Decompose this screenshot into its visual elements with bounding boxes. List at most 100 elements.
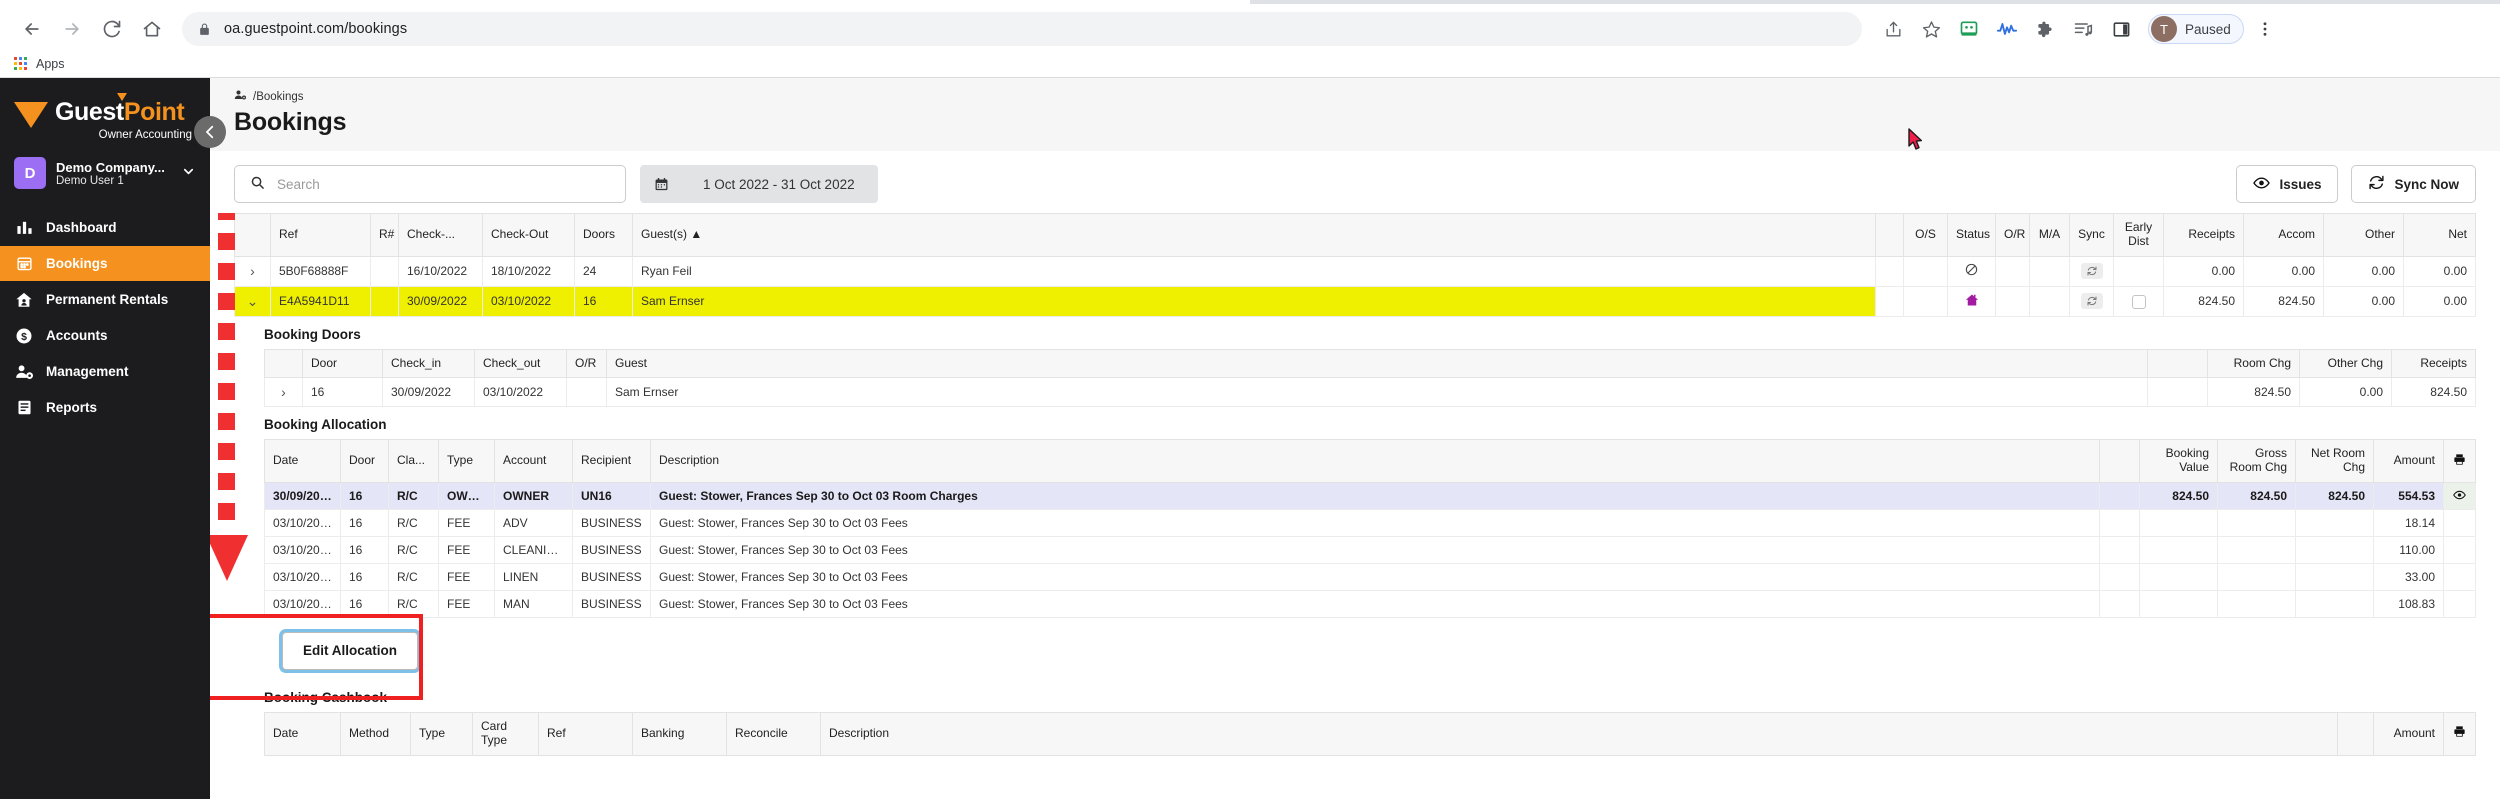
col-checkout[interactable]: Check-Out [482,213,575,257]
row-expander-button[interactable]: ⌄ [234,286,271,317]
table-row[interactable]: 03/10/2022 16 R/C FEE MAN BUSINESS Guest… [264,590,2476,618]
col-recipient[interactable]: Recipient [572,439,651,483]
col-guests[interactable]: Guest(s) ▲ [632,213,1876,257]
bookmark-star-icon[interactable] [1914,12,1948,46]
col-other[interactable]: Other [2323,213,2404,257]
sync-row-button[interactable] [2069,256,2114,287]
table-row[interactable]: ⌄ E4A5941D11 30/09/2022 03/10/2022 16 Sa… [234,286,2476,317]
issues-button[interactable]: Issues [2236,165,2339,203]
sidebar: GuestPoint Owner Accounting D Demo Compa… [0,78,226,799]
col-door[interactable]: Door [340,439,389,483]
forward-arrow-icon[interactable] [54,11,90,47]
sidebar-item-bookings[interactable]: Bookings [0,246,210,281]
table-row[interactable]: › 16 30/09/2022 03/10/2022 Sam Ernser 82… [264,377,2476,408]
col-room-chg[interactable]: Room Chg [2207,348,2300,379]
col-card-type[interactable]: Card Type [472,711,539,756]
table-row[interactable]: 30/09/2022 16 R/C OWNER OWNER UN16 Guest… [264,482,2476,510]
sidebar-item-permanent-rentals[interactable]: Permanent Rentals [0,282,210,317]
col-ref[interactable]: Ref [538,711,633,756]
col-banking[interactable]: Banking [632,711,727,756]
col-accom[interactable]: Accom [2243,213,2324,257]
cell-door: 16 [302,377,383,408]
brand-subtitle: Owner Accounting [98,129,192,141]
print-icon[interactable] [2443,711,2476,756]
col-method[interactable]: Method [340,711,411,756]
col-rnum[interactable]: R# [370,213,399,257]
cell-rnum [370,286,399,317]
col-date[interactable]: Date [264,711,341,756]
home-icon[interactable] [134,11,170,47]
extension-pulse-icon[interactable] [1990,12,2024,46]
cell-amount: 33.00 [2373,563,2444,591]
sidebar-item-management[interactable]: Management [0,354,210,389]
col-status[interactable]: Status [1947,213,1996,257]
sidebar-collapse-button[interactable] [194,116,226,148]
view-allocation-button[interactable] [2443,482,2476,510]
table-row[interactable]: 03/10/2022 16 R/C FEE CLEANING BUSINESS … [264,536,2476,564]
col-type[interactable]: Type [438,439,495,483]
breadcrumb-label[interactable]: /Bookings [253,91,304,103]
account-switcher[interactable]: D Demo Company... Demo User 1 [0,141,210,209]
extension-green-icon[interactable] [1952,12,1986,46]
col-net[interactable]: Net [2403,213,2476,257]
col-type[interactable]: Type [410,711,473,756]
cell-ref: E4A5941D11 [270,286,371,317]
reload-icon[interactable] [94,11,130,47]
early-dist-checkbox[interactable] [2113,286,2164,317]
row-expander-button[interactable]: › [234,256,271,287]
profile-chip[interactable]: T Paused [2148,14,2244,44]
col-account[interactable]: Account [494,439,573,483]
col-receipts[interactable]: Receipts [2163,213,2244,257]
col-check-out[interactable]: Check_out [474,348,567,379]
extensions-puzzle-icon[interactable] [2028,12,2062,46]
col-sync[interactable]: Sync [2069,213,2114,257]
col-check-in[interactable]: Check_in [382,348,475,379]
apps-grid-icon[interactable] [14,57,27,70]
playlist-music-icon[interactable] [2066,12,2100,46]
col-door[interactable]: Door [302,348,383,379]
side-panel-icon[interactable] [2104,12,2138,46]
col-doors[interactable]: Doors [574,213,633,257]
col-early-dist[interactable]: Early Dist [2113,213,2164,257]
browser-tab-strip[interactable] [0,0,2500,8]
col-description[interactable]: Description [650,439,2100,483]
col-booking-value[interactable]: Booking Value [2139,439,2218,483]
sidebar-item-reports[interactable]: Reports [0,390,210,425]
col-amount[interactable]: Amount [2373,711,2444,756]
col-reconcile[interactable]: Reconcile [726,711,821,756]
col-gross-room-chg[interactable]: Gross Room Chg [2217,439,2296,483]
col-description[interactable]: Description [820,711,2338,756]
table-row[interactable]: 03/10/2022 16 R/C FEE ADV BUSINESS Guest… [264,509,2476,537]
col-receipts[interactable]: Receipts [2391,348,2476,379]
date-range-picker[interactable]: 1 Oct 2022 - 31 Oct 2022 [640,165,878,203]
back-arrow-icon[interactable] [14,11,50,47]
col-or[interactable]: O/R [1995,213,2030,257]
print-icon[interactable] [2443,439,2476,483]
share-icon[interactable] [1876,12,1910,46]
bookmark-apps-label[interactable]: Apps [36,57,65,71]
row-expander-button[interactable]: › [264,377,303,408]
col-date[interactable]: Date [264,439,341,483]
col-os[interactable]: O/S [1903,213,1948,257]
col-checkin[interactable]: Check-... [398,213,483,257]
table-row[interactable]: 03/10/2022 16 R/C FEE LINEN BUSINESS Gue… [264,563,2476,591]
sidebar-item-accounts[interactable]: $ Accounts [0,318,210,353]
sidebar-item-dashboard[interactable]: Dashboard [0,210,210,245]
col-amount[interactable]: Amount [2373,439,2444,483]
col-spacer [2099,439,2140,483]
col-net-room-chg[interactable]: Net Room Chg [2295,439,2374,483]
sync-now-button[interactable]: Sync Now [2351,165,2476,203]
edit-allocation-button[interactable]: Edit Allocation [282,631,418,670]
chevron-down-icon[interactable] [181,164,196,182]
address-bar[interactable]: oa.guestpoint.com/bookings [182,12,1862,46]
col-or[interactable]: O/R [566,348,607,379]
table-row[interactable]: › 5B0F68888F 16/10/2022 18/10/2022 24 Ry… [234,256,2476,287]
col-class[interactable]: Cla... [388,439,439,483]
col-ma[interactable]: M/A [2029,213,2070,257]
search-input[interactable]: Search [234,165,626,203]
col-ref[interactable]: Ref [270,213,371,257]
browser-menu-icon[interactable] [2248,12,2282,46]
col-guest[interactable]: Guest [606,348,2148,379]
col-other-chg[interactable]: Other Chg [2299,348,2392,379]
sync-row-button[interactable] [2069,286,2114,317]
